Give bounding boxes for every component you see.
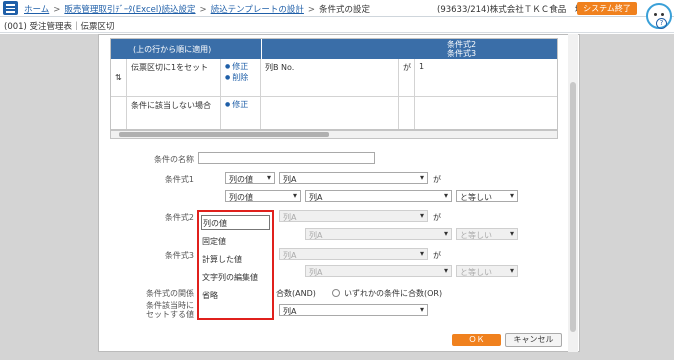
dialog-scrollbar-thumb[interactable] <box>570 82 576 332</box>
cond2-column-select[interactable]: 列A <box>279 210 428 222</box>
cond3-operator-select[interactable]: と等しい <box>456 265 518 277</box>
system-exit-button[interactable]: システム終了 <box>577 2 637 15</box>
row-drag-handle-icon[interactable]: ⇅ <box>111 59 127 97</box>
cond3-compare-column-select[interactable]: 列A <box>305 265 452 277</box>
edit-link[interactable]: 修正 <box>225 61 256 72</box>
hamburger-menu-icon[interactable] <box>3 1 18 15</box>
value-type-dropdown: 列の値 固定値 計算した値 文字列の編集値 省略 <box>197 210 274 320</box>
grid-horizontal-scrollbar[interactable] <box>110 130 558 139</box>
cancel-button[interactable]: キャンセル <box>505 333 562 347</box>
cond2-label: 条件式2 <box>164 213 194 222</box>
dropdown-option-fixed[interactable]: 固定値 <box>202 236 226 247</box>
row-empty-cell <box>261 97 399 129</box>
dropdown-option-omit[interactable]: 省略 <box>202 290 218 301</box>
sub-header: (001) 受注管理表｜伝票区切 <box>0 18 674 33</box>
cond1-compare-type-select[interactable]: 列の値 <box>225 190 301 202</box>
cond2-compare-column-select[interactable]: 列A <box>305 228 452 240</box>
cond1-operator-select[interactable]: と等しい <box>456 190 518 202</box>
grid-header-left: (上の行から順に適用) <box>111 39 261 59</box>
breadcrumb-sales-settings[interactable]: 販売管理取引ﾃﾞｰﾀ(Excel)読込設定 <box>64 5 195 15</box>
cond1-type-select[interactable]: 列の値 <box>225 172 275 184</box>
row-empty-cell <box>415 97 557 129</box>
condition-name-input[interactable] <box>198 152 375 164</box>
row-actions: 修正 <box>221 97 261 129</box>
row-empty-cell <box>399 97 415 129</box>
breadcrumb-home[interactable]: ホーム <box>24 5 49 15</box>
row-actions: 修正 削除 <box>221 59 261 97</box>
dropdown-option-column-value[interactable]: 列の値 <box>201 215 270 230</box>
row-empty-cell <box>111 97 127 129</box>
cond2-ga: が <box>433 213 441 222</box>
breadcrumb-current: 条件式の設定 <box>319 5 371 15</box>
top-bar: ホーム > 販売管理取引ﾃﾞｰﾀ(Excel)読込設定 > 読込テンプレートの設計 > 条件… <box>0 0 674 29</box>
cond1-compare-column-select[interactable]: 列A <box>305 190 452 202</box>
breadcrumb-template-design[interactable]: 読込テンプレートの設計 <box>211 5 304 15</box>
condition-name-label: 条件の名称 <box>154 155 194 164</box>
help-icon[interactable]: ? <box>656 18 667 29</box>
cond1-column-select[interactable]: 列A <box>279 172 428 184</box>
relation-and-label[interactable]: 合数(AND) <box>276 288 316 299</box>
row-name: 条件に該当しない場合 <box>127 97 221 129</box>
grid-scrollbar-thumb[interactable] <box>119 132 329 137</box>
dropdown-option-calculated[interactable]: 計算した値 <box>202 254 242 265</box>
row-ga: が <box>399 59 415 97</box>
ok-button[interactable]: ＯＫ <box>452 334 501 346</box>
cond3-column-select[interactable]: 列A <box>279 248 428 260</box>
relation-label: 条件式の関係 <box>146 289 194 298</box>
row-column: 列B No. <box>261 59 399 97</box>
cond3-ga: が <box>433 251 441 260</box>
set-value-column-select[interactable]: 列A <box>279 304 428 316</box>
set-value-label: 条件該当時に セットする値 <box>146 301 194 319</box>
cond3-label: 条件式3 <box>164 251 194 260</box>
cond1-label: 条件式1 <box>164 175 194 184</box>
edit-link[interactable]: 修正 <box>225 99 256 110</box>
relation-or-radio[interactable] <box>332 289 340 297</box>
page-title: (001) 受注管理表｜伝票区切 <box>4 22 115 32</box>
cond1-ga: が <box>433 175 441 184</box>
dropdown-option-string-edit[interactable]: 文字列の編集値 <box>202 272 258 283</box>
condition-grid: (上の行から順に適用) 条件式2 条件式3 ⇅ 伝票区切に1をセット 修正 削除… <box>110 38 558 130</box>
row-name: 伝票区切に1をセット <box>127 59 221 97</box>
delete-link[interactable]: 削除 <box>225 72 256 83</box>
cond2-operator-select[interactable]: と等しい <box>456 228 518 240</box>
relation-or-label[interactable]: いずれかの条件に合数(OR) <box>344 288 442 299</box>
breadcrumb: ホーム > 販売管理取引ﾃﾞｰﾀ(Excel)読込設定 > 読込テンプレートの設計 > 条件… <box>24 5 371 15</box>
row-value: 1 <box>415 59 557 97</box>
grid-header-right: 条件式2 条件式3 <box>261 39 557 59</box>
